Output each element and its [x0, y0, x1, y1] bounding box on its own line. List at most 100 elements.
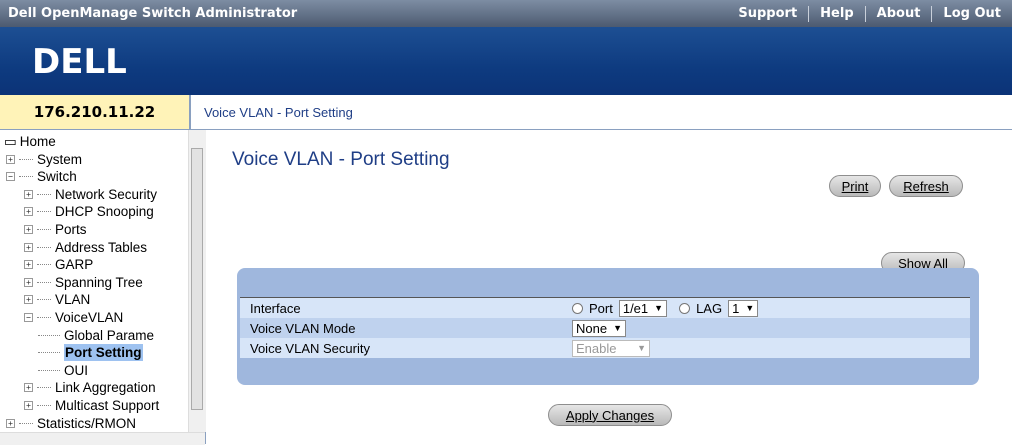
lag-radio[interactable] — [679, 302, 691, 314]
tree-item[interactable]: OUI — [38, 362, 88, 379]
chevron-down-icon: ▼ — [745, 303, 755, 313]
voice-vlan-security-label: Voice VLAN Security — [250, 340, 370, 356]
top-links: Support Help About Log Out — [727, 0, 1012, 27]
expand-icon[interactable]: + — [6, 418, 15, 428]
expand-icon[interactable]: + — [24, 242, 33, 252]
page-title: Voice VLAN - Port Setting — [232, 149, 450, 170]
tree-item-label: Spanning Tree — [55, 274, 143, 290]
lag-select[interactable]: 1 ▼ — [728, 299, 759, 317]
tree-connector — [37, 264, 51, 266]
tree-item[interactable]: + Network Security — [24, 186, 157, 203]
tree-connector — [37, 299, 51, 301]
voice-vlan-mode-label: Voice VLAN Mode — [250, 320, 356, 336]
tree-item-label: Ports — [55, 222, 87, 237]
expand-icon[interactable]: + — [6, 154, 15, 164]
tree-item[interactable]: Port Setting — [38, 344, 143, 362]
security-select-value: Enable — [576, 340, 617, 356]
tree-item-label: VLAN — [55, 292, 91, 308]
expand-icon[interactable]: + — [24, 383, 33, 393]
vertical-scrollbar[interactable] — [188, 130, 206, 432]
tree-item[interactable]: ▭ Home — [4, 133, 56, 150]
expand-icon[interactable]: + — [24, 401, 33, 410]
breadcrumb-text: Voice VLAN - Port Setting — [204, 104, 353, 120]
tree-item-label: GARP — [55, 257, 94, 273]
port-select[interactable]: 1/e1 ▼ — [618, 299, 668, 317]
tree-item[interactable]: + System — [6, 151, 82, 168]
mode-select-value: None — [576, 320, 608, 336]
interface-label: Interface — [250, 300, 301, 316]
tree-connector — [37, 387, 51, 389]
tree-item-label: Link Aggregation — [55, 380, 156, 396]
tree-connector — [37, 281, 51, 283]
tree-item-label: Statistics/RMON — [37, 415, 137, 431]
tree-connector — [37, 405, 51, 406]
port-select-value: 1/e1 — [622, 300, 649, 316]
interface-controls: Port 1/e1 ▼ LAG 1 ▼ — [572, 299, 759, 317]
tree-connector — [37, 211, 51, 213]
expand-icon[interactable]: + — [24, 295, 33, 305]
tree-item[interactable]: + Ports — [24, 221, 87, 238]
expand-icon[interactable]: + — [24, 260, 33, 270]
tree-connector — [19, 158, 33, 160]
tree-item-label: Network Security — [55, 186, 158, 202]
tree-connector — [19, 422, 33, 424]
chevron-down-icon: ▼ — [654, 303, 664, 313]
security-row: Voice VLAN Security Enable ▼ — [240, 338, 970, 358]
tree-connector — [38, 369, 60, 371]
tree-item[interactable]: + Address Tables — [24, 239, 147, 256]
breadcrumb: Voice VLAN - Port Setting — [191, 95, 1012, 130]
expand-icon[interactable]: + — [24, 225, 33, 234]
refresh-button[interactable]: Refresh — [889, 175, 963, 197]
tree-connector — [38, 352, 60, 354]
apply-changes-button[interactable]: Apply Changes — [548, 404, 672, 426]
tree-connector — [37, 317, 51, 318]
expand-icon[interactable]: + — [24, 189, 33, 199]
device-ip-address: 176.210.11.22 — [0, 95, 191, 130]
voice-vlan-security-select: Enable ▼ — [572, 339, 650, 357]
tree-item[interactable]: Global Parame — [38, 327, 154, 344]
horizontal-scrollbar[interactable] — [0, 432, 205, 445]
chevron-down-icon: ▼ — [637, 343, 646, 353]
dell-logo: DELL — [32, 42, 127, 81]
port-radio-label: Port — [589, 300, 613, 316]
tree-item-label: System — [37, 151, 83, 167]
tree-item[interactable]: + GARP — [24, 256, 93, 273]
mode-controls: None ▼ — [572, 319, 626, 337]
port-radio[interactable] — [572, 302, 583, 314]
tree-item[interactable]: − VoiceVLAN — [24, 309, 123, 326]
logo-band: DELL — [0, 27, 1012, 95]
logout-link[interactable]: Log Out — [931, 5, 1012, 22]
tree-item[interactable]: + DHCP Snooping — [24, 203, 154, 220]
support-link[interactable]: Support — [727, 6, 808, 22]
tree-item-label: OUI — [64, 362, 89, 378]
tree-item[interactable]: + Spanning Tree — [24, 274, 143, 291]
tree-item[interactable]: + Statistics/RMON — [6, 415, 136, 432]
lag-radio-label: LAG — [696, 300, 723, 316]
collapse-icon[interactable]: − — [6, 172, 15, 182]
print-button[interactable]: Print — [829, 175, 881, 197]
navigation-sidebar: ▭ Home + System − Switch + Network Security + DHC… — [0, 130, 206, 445]
navigation-tree: ▭ Home + System − Switch + Network Security + DHC… — [0, 130, 188, 432]
tree-item-label: Global Parame — [64, 327, 155, 343]
dell-logo-text: DELL — [32, 42, 127, 81]
collapse-icon[interactable]: − — [24, 313, 33, 322]
tree-item[interactable]: + Link Aggregation — [24, 379, 156, 396]
scrollbar-thumb[interactable] — [191, 148, 203, 410]
expand-icon[interactable]: + — [24, 277, 33, 287]
about-link[interactable]: About — [864, 5, 932, 22]
expand-icon[interactable]: + — [24, 207, 33, 217]
tree-item[interactable]: + VLAN — [24, 291, 90, 308]
help-link[interactable]: Help — [808, 5, 864, 22]
tree-item-label: Switch — [37, 169, 77, 185]
top-bar: Dell OpenManage Switch Administrator Sup… — [0, 0, 1012, 27]
tree-item-label: Address Tables — [55, 239, 148, 255]
tree-item-label: Multicast Support — [55, 398, 160, 413]
interface-row: Interface Port 1/e1 ▼ LAG 1 ▼ — [240, 298, 970, 318]
tree-item[interactable]: − Switch — [6, 168, 77, 185]
home-folder-icon: ▭ — [4, 134, 17, 149]
voice-vlan-mode-select[interactable]: None ▼ — [572, 319, 626, 337]
tree-connector — [37, 229, 51, 230]
tree-connector — [37, 246, 51, 248]
tree-item[interactable]: + Multicast Support — [24, 397, 159, 414]
chevron-down-icon: ▼ — [613, 323, 622, 333]
